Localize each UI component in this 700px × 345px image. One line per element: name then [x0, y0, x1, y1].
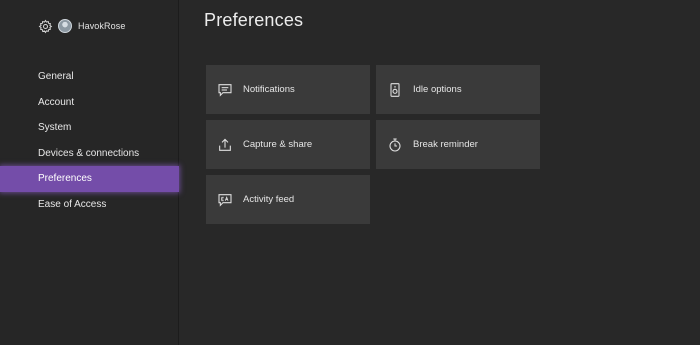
share-icon — [217, 137, 233, 153]
app-window: HavokRose General Account System Devices… — [0, 0, 700, 345]
idle-options-icon — [387, 82, 403, 98]
sidebar-item-preferences[interactable]: Preferences — [0, 166, 179, 192]
tile-label: Break reminder — [413, 139, 478, 150]
idle-options-tile[interactable]: Idle options — [376, 65, 540, 114]
activity-feed-tile[interactable]: Activity feed — [206, 175, 370, 224]
notifications-tile[interactable]: Notifications — [206, 65, 370, 114]
sidebar-item-account[interactable]: Account — [0, 90, 178, 116]
profile-header: HavokRose — [38, 17, 125, 35]
settings-nav: General Account System Devices & connect… — [0, 64, 179, 218]
tile-label: Notifications — [243, 84, 295, 95]
sidebar-item-devices-connections[interactable]: Devices & connections — [0, 141, 178, 167]
capture-share-tile[interactable]: Capture & share — [206, 120, 370, 169]
sidebar-item-ease-of-access[interactable]: Ease of Access — [0, 192, 178, 218]
gear-icon[interactable] — [38, 19, 53, 34]
sidebar-item-general[interactable]: General — [0, 64, 178, 90]
activity-feed-icon — [217, 192, 233, 208]
tile-label: Idle options — [413, 84, 462, 95]
tile-label: Activity feed — [243, 194, 295, 205]
stopwatch-icon — [387, 137, 403, 153]
sidebar-item-system[interactable]: System — [0, 115, 178, 141]
gamertag[interactable]: HavokRose — [78, 21, 125, 31]
notification-icon — [217, 82, 233, 98]
page-title: Preferences — [204, 10, 304, 30]
avatar[interactable] — [58, 19, 72, 33]
tile-label: Capture & share — [243, 139, 313, 150]
break-reminder-tile[interactable]: Break reminder — [376, 120, 540, 169]
sidebar: HavokRose General Account System Devices… — [0, 0, 179, 345]
